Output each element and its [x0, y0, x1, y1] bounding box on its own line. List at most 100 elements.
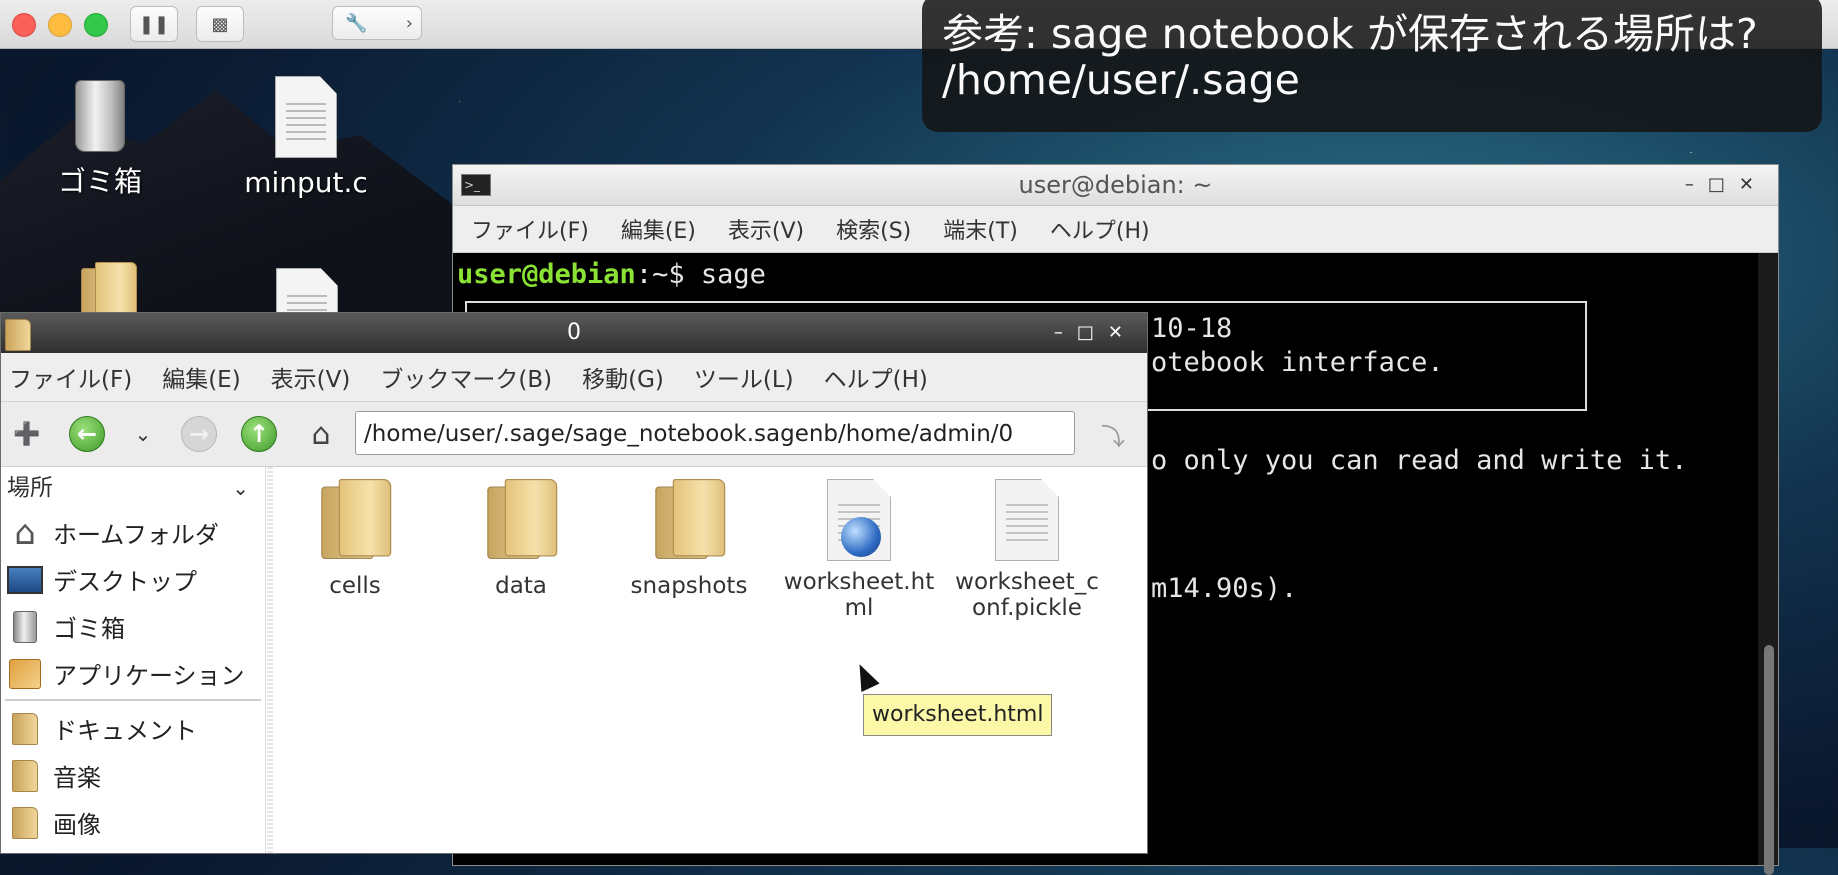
close-icon[interactable]: ✕	[1108, 322, 1137, 343]
menu-search[interactable]: 検索(S)	[836, 213, 911, 245]
close-icon[interactable]: ✕	[1739, 174, 1768, 195]
back-button[interactable]: ←	[69, 416, 105, 452]
zoom-window-button[interactable]	[84, 13, 108, 37]
menu-terminal[interactable]: 端末(T)	[943, 213, 1018, 245]
menu-go[interactable]: 移動(G)	[582, 360, 664, 394]
settings-button[interactable]: 🔧 ›	[332, 6, 422, 40]
file-icon	[995, 479, 1059, 561]
terminal-title: user@debian: ~	[1018, 171, 1213, 199]
terminal-icon: >_	[461, 174, 491, 196]
folder-icon	[321, 479, 392, 579]
file-item-data[interactable]: data	[441, 479, 601, 599]
snapshot-icon: ▩	[211, 13, 229, 35]
maximize-icon[interactable]: □	[1708, 174, 1739, 195]
menu-file[interactable]: ファイル(F)	[9, 360, 132, 394]
menu-tools[interactable]: ツール(L)	[694, 360, 794, 394]
document-icon	[275, 76, 337, 158]
sidebar-item-pictures[interactable]: 画像	[1, 799, 265, 846]
window-controls: –□✕	[1054, 313, 1137, 353]
side-pane: 場所 ⌄ ⌂ ホームフォルダ デスクトップ ゴミ箱 アプリケーション ドキュメン…	[1, 467, 266, 853]
menu-view[interactable]: 表示(V)	[271, 360, 351, 394]
file-manager-window[interactable]: 0 –□✕ ファイル(F) 編集(E) 表示(V) ブックマーク(B) 移動(G…	[0, 312, 1148, 854]
file-manager-menubar: ファイル(F) 編集(E) 表示(V) ブックマーク(B) 移動(G) ツール(…	[1, 353, 1147, 402]
prompt-command: :~$ sage	[635, 259, 766, 290]
sidebar-item-desktop[interactable]: デスクトップ	[1, 556, 265, 603]
video-caption: 参考: sage notebook が保存される場所は? /home/user/…	[922, 0, 1822, 132]
terminal-scrollbar[interactable]	[1758, 253, 1778, 875]
menu-file[interactable]: ファイル(F)	[471, 213, 589, 245]
folder-icon	[5, 806, 45, 840]
chevron-down-icon: ⌄	[232, 476, 249, 500]
file-item-snapshots[interactable]: snapshots	[609, 479, 769, 599]
prompt-line: user@debian:~$ sage	[457, 259, 766, 290]
menu-edit[interactable]: 編集(E)	[621, 213, 696, 245]
arrow-left-icon: ←	[69, 416, 105, 452]
sidebar-item-music[interactable]: 音楽	[1, 752, 265, 799]
scrollbar-thumb[interactable]	[1764, 645, 1774, 875]
sidebar-item-label: 音楽	[53, 764, 101, 792]
new-tab-button[interactable]: ➕	[9, 416, 45, 452]
sidebar-item-documents[interactable]: ドキュメント	[1, 705, 265, 752]
file-tooltip: worksheet.html	[863, 694, 1053, 736]
minimize-window-button[interactable]	[48, 13, 72, 37]
file-item-worksheet-html[interactable]: worksheet.ht ml	[779, 479, 939, 621]
caption-line-1: 参考: sage notebook が保存される場所は?	[942, 10, 1758, 58]
up-button[interactable]: ↑	[241, 416, 277, 452]
home-icon: ⌂	[311, 416, 331, 452]
pause-vm-button[interactable]: ❚❚	[130, 6, 178, 42]
home-icon: ⌂	[14, 512, 36, 553]
folder-icon	[5, 759, 45, 793]
folder-icon	[5, 712, 45, 746]
file-manager-toolbar: ➕ ← ⌄ → ↑ ⌂ /home/user/.sage/sage_notebo…	[1, 402, 1147, 467]
maximize-icon[interactable]: □	[1077, 322, 1108, 343]
minimize-icon[interactable]: –	[1685, 174, 1708, 195]
file-item-label: worksheet_c onf.pickle	[955, 569, 1099, 621]
sidebar-divider	[5, 699, 261, 701]
desktop-icon-label: minput.c	[244, 166, 368, 199]
home-button[interactable]: ⌂	[303, 416, 339, 452]
sidebar-item-home[interactable]: ⌂ ホームフォルダ	[1, 509, 265, 556]
desktop-icon-trash[interactable]: ゴミ箱	[50, 80, 150, 200]
desktop-icon-minput[interactable]: minput.c	[236, 76, 376, 199]
arrow-right-icon: →	[181, 416, 217, 452]
add-tab-icon: ➕	[13, 421, 41, 447]
file-item-worksheet-conf[interactable]: worksheet_c onf.pickle	[947, 479, 1107, 621]
forward-button[interactable]: →	[181, 416, 217, 452]
terminal-line: m14.90s).	[1151, 573, 1298, 604]
file-item-label: worksheet.ht ml	[783, 569, 935, 621]
go-button[interactable]: ⤵	[1095, 416, 1131, 452]
desktop-icon	[5, 563, 45, 597]
applications-icon	[5, 657, 45, 691]
menu-help[interactable]: ヘルプ(H)	[1050, 213, 1150, 245]
sidebar-item-label: 画像	[53, 811, 101, 839]
menu-help[interactable]: ヘルプ(H)	[824, 360, 928, 394]
menu-edit[interactable]: 編集(E)	[162, 360, 240, 394]
snapshot-button[interactable]: ▩	[196, 6, 244, 42]
caption-line-2: /home/user/.sage	[942, 56, 1300, 104]
sidebar-item-applications[interactable]: アプリケーション	[1, 650, 265, 697]
wrench-icon: 🔧	[345, 12, 368, 34]
sidebar-item-trash[interactable]: ゴミ箱	[1, 603, 265, 650]
sidebar-item-label: アプリケーション	[53, 662, 245, 690]
terminal-menubar: ファイル(F) 編集(E) 表示(V) 検索(S) 端末(T) ヘルプ(H)	[453, 206, 1778, 253]
pause-icon: ❚❚	[138, 13, 170, 35]
terminal-titlebar[interactable]: >_ user@debian: ~ –□✕	[453, 165, 1778, 206]
trash-icon	[5, 610, 45, 644]
menu-view[interactable]: 表示(V)	[728, 213, 804, 245]
folder-icon	[655, 479, 726, 579]
side-pane-header[interactable]: 場所 ⌄	[1, 467, 265, 509]
file-item-cells[interactable]: cells	[275, 479, 435, 599]
arrow-up-icon: ↑	[241, 416, 277, 452]
sidebar-item-label: ゴミ箱	[53, 615, 125, 643]
file-manager-titlebar[interactable]: 0 –□✕	[1, 313, 1147, 353]
sidebar-item-label: ドキュメント	[53, 717, 197, 745]
location-bar[interactable]: /home/user/.sage/sage_notebook.sagenb/ho…	[355, 411, 1075, 455]
menu-bookmarks[interactable]: ブックマーク(B)	[380, 360, 552, 394]
side-pane-title: 場所	[7, 475, 53, 501]
trash-icon	[75, 80, 125, 152]
history-dropdown-button[interactable]: ⌄	[125, 416, 161, 452]
minimize-icon[interactable]: –	[1054, 322, 1077, 343]
sidebar-item-label: ホームフォルダ	[53, 521, 219, 549]
file-view[interactable]: cells data snapshots worksheet.ht ml wor…	[273, 467, 1147, 853]
close-window-button[interactable]	[12, 13, 36, 37]
